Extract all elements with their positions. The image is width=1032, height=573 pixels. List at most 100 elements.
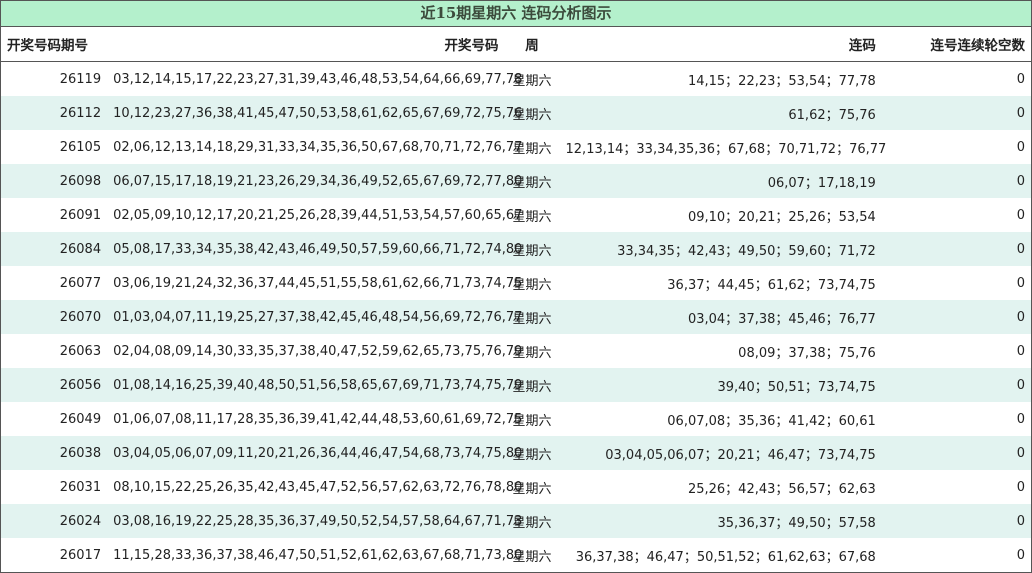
cell-gap: 0 — [1016, 411, 1025, 427]
cell-consecutive: 08,09；37,38；75,76 — [738, 345, 876, 361]
table-row: 26017 11,15,28,33,36,37,38,46,47,50,51,52… — [1, 538, 1031, 572]
cell-numbers: 03,08,16,19,22,25,28,35,36,37,49,50,52,5… — [107, 504, 522, 538]
cell-consecutive: 36,37,38；46,47；50,51,52；61,62,63；67,68 — [575, 549, 876, 565]
cell-gap: 0 — [881, 436, 1031, 470]
cell-week: 星期六 — [504, 300, 560, 334]
cell-consecutive: 09,10；20,21；25,26；53,54 — [687, 209, 876, 225]
cell-gap: 0 — [1016, 479, 1025, 495]
consecutive-analysis-table: 开奖号码期号 开奖号码 周 连码 连号连续轮空数 26119 03,12,14,1… — [1, 27, 1031, 572]
cell-period: 26098 — [1, 164, 108, 198]
cell-gap: 0 — [1016, 547, 1025, 563]
cell-consecutive: 03,04,05,06,07；20,21；46,47；73,74,75 — [559, 436, 882, 470]
cell-consecutive: 06,07,08；35,36；41,42；60,61 — [667, 413, 876, 429]
cell-numbers: 03,06,19,21,24,32,36,37,44,45,51,55,58,6… — [113, 275, 523, 291]
cell-gap: 0 — [881, 300, 1031, 334]
cell-numbers: 11,15,28,33,36,37,38,46,47,50,51,52,61,6… — [113, 547, 523, 563]
table-row: 26112 10,12,23,27,36,38,41,45,47,50,53,58… — [1, 96, 1031, 130]
table-row: 26084 05,08,17,33,34,35,38,42,43,46,49,50… — [1, 232, 1031, 266]
table-row: 26105 02,06,12,13,14,18,29,31,33,34,35,36… — [1, 130, 1031, 164]
cell-week: 星期六 — [504, 436, 560, 470]
table-body: 26119 03,12,14,15,17,22,23,27,31,39,43,46… — [1, 62, 1031, 573]
cell-period: 26105 — [59, 139, 102, 155]
cell-gap: 0 — [881, 164, 1031, 198]
cell-period: 26017 — [59, 547, 102, 563]
cell-week: 星期六 — [512, 141, 552, 157]
cell-numbers: 06,07,15,17,18,19,21,23,26,29,34,36,49,5… — [107, 164, 522, 198]
cell-period: 26024 — [1, 504, 108, 538]
table-header-row: 开奖号码期号 开奖号码 周 连码 连号连续轮空数 — [1, 27, 1031, 62]
cell-consecutive: 06,07；17,18,19 — [559, 164, 882, 198]
cell-gap: 0 — [881, 96, 1031, 130]
table-row: 26091 02,05,09,10,12,17,20,21,25,26,28,39… — [1, 198, 1031, 232]
header-week: 周 — [504, 27, 560, 62]
report-frame: 近15期星期六 连码分析图示 开奖号码期号 开奖号码 周 连码 连号连续轮空数 … — [0, 0, 1032, 573]
cell-period: 26112 — [1, 96, 108, 130]
cell-gap: 0 — [881, 368, 1031, 402]
cell-consecutive: 61,62；75,76 — [559, 96, 882, 130]
header-gap: 连号连续轮空数 — [881, 27, 1031, 62]
cell-numbers: 02,06,12,13,14,18,29,31,33,34,35,36,50,6… — [113, 139, 523, 155]
cell-gap: 0 — [881, 232, 1031, 266]
cell-numbers: 03,12,14,15,17,22,23,27,31,39,43,46,48,5… — [113, 71, 523, 87]
cell-week: 星期六 — [512, 549, 552, 565]
cell-numbers: 01,03,04,07,11,19,25,27,37,38,42,45,46,4… — [107, 300, 522, 334]
cell-gap: 0 — [1016, 207, 1025, 223]
cell-gap: 0 — [881, 504, 1031, 538]
table-row: 26063 02,04,08,09,14,30,33,35,37,38,40,47… — [1, 334, 1031, 368]
cell-consecutive: 39,40；50,51；73,74,75 — [559, 368, 882, 402]
header-numbers: 开奖号码 — [107, 27, 505, 62]
table-row: 26024 03,08,16,19,22,25,28,35,36,37,49,50… — [1, 504, 1031, 538]
cell-period: 26077 — [59, 275, 102, 291]
cell-numbers: 10,12,23,27,36,38,41,45,47,50,53,58,61,6… — [107, 96, 522, 130]
cell-gap: 0 — [1016, 139, 1025, 155]
cell-week: 星期六 — [512, 209, 552, 225]
page-title: 近15期星期六 连码分析图示 — [1, 1, 1031, 27]
cell-gap: 0 — [1016, 343, 1025, 359]
cell-week: 星期六 — [504, 368, 560, 402]
cell-period: 26031 — [59, 479, 102, 495]
cell-period: 26063 — [59, 343, 102, 359]
cell-period: 26084 — [1, 232, 108, 266]
cell-week: 星期六 — [504, 96, 560, 130]
cell-period: 26070 — [1, 300, 108, 334]
table-row: 26049 01,06,07,08,11,17,28,35,36,39,41,42… — [1, 402, 1031, 436]
header-consecutive: 连码 — [559, 27, 882, 62]
table-row: 26119 03,12,14,15,17,22,23,27,31,39,43,46… — [1, 62, 1031, 97]
cell-week: 星期六 — [512, 413, 552, 429]
cell-numbers: 02,05,09,10,12,17,20,21,25,26,28,39,44,5… — [113, 207, 523, 223]
cell-period: 26038 — [1, 436, 108, 470]
cell-period: 26091 — [59, 207, 102, 223]
cell-consecutive: 35,36,37；49,50；57,58 — [559, 504, 882, 538]
cell-consecutive: 25,26；42,43；56,57；62,63 — [687, 481, 876, 497]
cell-numbers: 03,04,05,06,07,09,11,20,21,26,36,44,46,4… — [107, 436, 522, 470]
cell-gap: 0 — [1016, 275, 1025, 291]
cell-numbers: 02,04,08,09,14,30,33,35,37,38,40,47,52,5… — [113, 343, 523, 359]
cell-period: 26056 — [1, 368, 108, 402]
cell-numbers: 08,10,15,22,25,26,35,42,43,45,47,52,56,5… — [113, 479, 523, 495]
cell-numbers: 05,08,17,33,34,35,38,42,43,46,49,50,57,5… — [107, 232, 522, 266]
table-row: 26077 03,06,19,21,24,32,36,37,44,45,51,55… — [1, 266, 1031, 300]
cell-consecutive: 33,34,35；42,43；49,50；59,60；71,72 — [559, 232, 882, 266]
cell-numbers: 01,06,07,08,11,17,28,35,36,39,41,42,44,4… — [113, 411, 523, 427]
cell-gap: 0 — [1016, 71, 1025, 87]
table-row: 26038 03,04,05,06,07,09,11,20,21,26,36,44… — [1, 436, 1031, 470]
cell-week: 星期六 — [504, 164, 560, 198]
cell-week: 星期六 — [512, 73, 552, 89]
cell-week: 星期六 — [512, 277, 552, 293]
cell-consecutive: 14,15；22,23；53,54；77,78 — [687, 73, 876, 89]
cell-period: 26049 — [59, 411, 102, 427]
cell-consecutive: 03,04；37,38；45,46；76,77 — [559, 300, 882, 334]
table-row: 26031 08,10,15,22,25,26,35,42,43,45,47,52… — [1, 470, 1031, 504]
table-row: 26056 01,08,14,16,25,39,40,48,50,51,56,58… — [1, 368, 1031, 402]
cell-consecutive: 12,13,14；33,34,35,36；67,68；70,71,72；76,7… — [565, 141, 887, 157]
table-row: 26070 01,03,04,07,11,19,25,27,37,38,42,45… — [1, 300, 1031, 334]
cell-numbers: 01,08,14,16,25,39,40,48,50,51,56,58,65,6… — [107, 368, 522, 402]
cell-week: 星期六 — [504, 504, 560, 538]
cell-week: 星期六 — [512, 481, 552, 497]
header-period: 开奖号码期号 — [1, 27, 108, 62]
cell-consecutive: 36,37；44,45；61,62；73,74,75 — [667, 277, 876, 293]
table-row: 26098 06,07,15,17,18,19,21,23,26,29,34,36… — [1, 164, 1031, 198]
cell-week: 星期六 — [512, 345, 552, 361]
cell-week: 星期六 — [504, 232, 560, 266]
cell-period: 26119 — [59, 71, 102, 87]
